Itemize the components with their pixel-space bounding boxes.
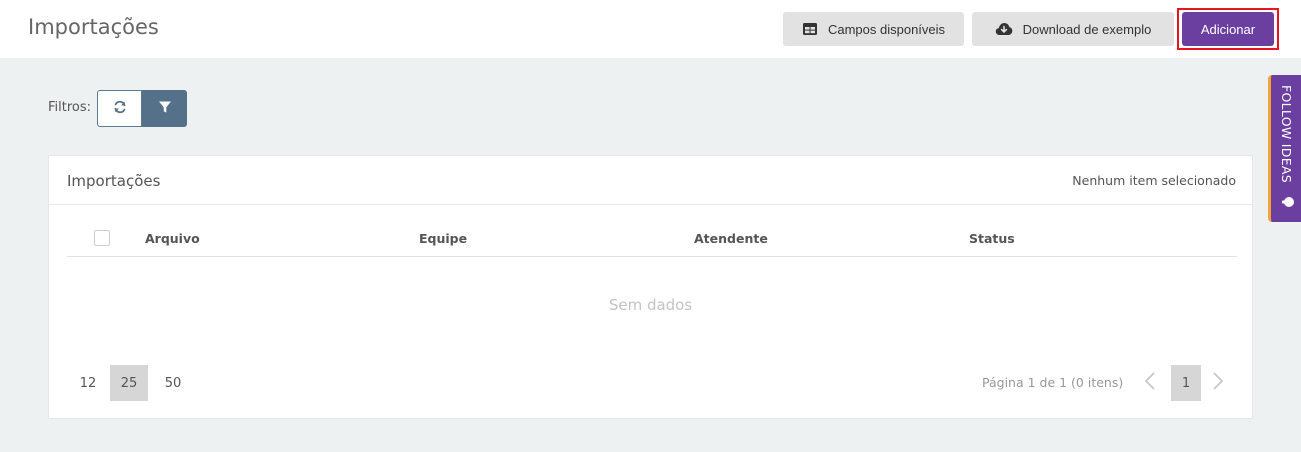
filters-label: Filtros: [48,100,92,115]
top-bar: Importações Campos disponíveis Download … [0,0,1301,58]
refresh-button[interactable] [97,90,142,127]
card-divider [49,204,1252,205]
column-header-status[interactable]: Status [969,231,1015,246]
table-header: Arquivo Equipe Atendente Status [67,229,1237,257]
card-title: Importações [67,172,161,190]
next-page-button[interactable] [1206,368,1230,398]
chevron-left-icon [1144,371,1156,395]
follow-ideas-label: FOLLOW IDEAS [1279,85,1294,183]
page-title: Importações [28,15,159,39]
follow-ideas-tab[interactable]: FOLLOW IDEAS [1268,75,1301,222]
page-info: Página 1 de 1 (0 itens) [982,375,1124,390]
filter-button-group [97,90,187,127]
filter-icon [158,99,172,118]
selection-status: Nenhum item selecionado [1072,173,1236,188]
column-header-atendente[interactable]: Atendente [694,231,768,246]
lightbulb-icon [1281,194,1295,214]
empty-state: Sem dados [608,296,693,314]
imports-card: Importações Nenhum item selecionado Arqu… [48,155,1253,419]
page-size-12[interactable]: 12 [69,365,107,401]
column-header-equipe[interactable]: Equipe [419,231,467,246]
download-exemplo-label: Download de exemplo [1022,21,1152,37]
campos-disponiveis-label: Campos disponíveis [827,21,946,37]
campos-disponiveis-button[interactable]: Campos disponíveis [783,12,964,46]
table-icon [802,22,818,36]
page-size-50[interactable]: 50 [154,365,192,401]
cloud-download-icon [995,22,1013,36]
chevron-right-icon [1212,371,1224,395]
add-button[interactable]: Adicionar [1182,12,1274,46]
download-exemplo-button[interactable]: Download de exemplo [972,12,1174,46]
page-number-1[interactable]: 1 [1171,365,1201,401]
column-header-arquivo[interactable]: Arquivo [145,231,200,246]
page-size-25[interactable]: 25 [110,365,148,401]
filter-button[interactable] [142,90,187,127]
select-all-checkbox[interactable] [94,230,110,246]
prev-page-button[interactable] [1138,368,1162,398]
refresh-icon [113,99,127,118]
